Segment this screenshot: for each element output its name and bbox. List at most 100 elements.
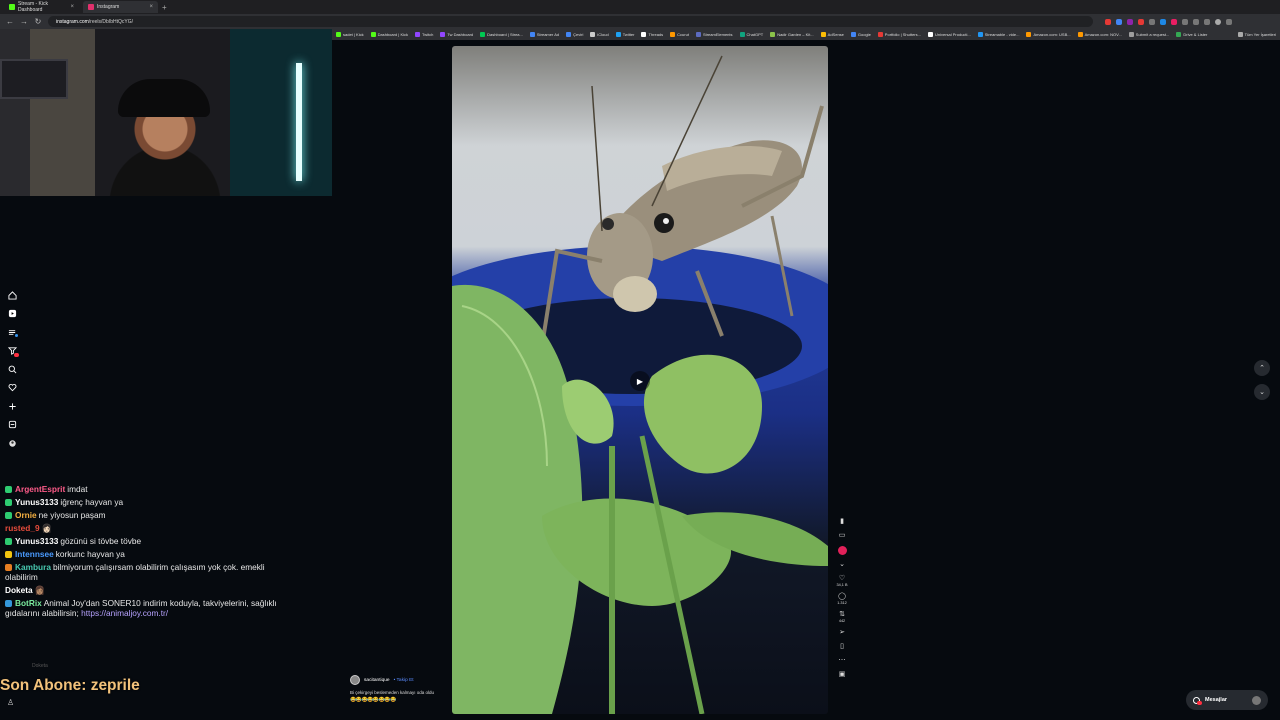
tab-instagram[interactable]: Instagram × [83, 1, 158, 13]
bookmark-item[interactable]: Amazon.com: NOV... [1077, 32, 1122, 37]
menu-icon[interactable] [1226, 18, 1232, 25]
more-reels-button[interactable]: ⌄ [839, 561, 845, 569]
bookmark-favicon-icon [770, 32, 776, 37]
extension-icon[interactable] [1127, 18, 1133, 25]
messages-icon[interactable] [5, 418, 19, 432]
bookmark-favicon-icon [670, 32, 676, 37]
webcam-streamer-cap [118, 79, 210, 117]
repost-button[interactable]: ⇅ 442 [839, 611, 845, 623]
all-bookmarks-label: Tüm Yer İşaretleri [1244, 32, 1276, 37]
more-options-button[interactable]: ⋯ [839, 657, 846, 665]
notifications-icon[interactable] [5, 344, 19, 358]
bookmark-favicon-icon [641, 32, 647, 37]
extension-icon[interactable] [1160, 18, 1166, 25]
share-button[interactable]: ➢ [839, 629, 845, 637]
bookmark-item[interactable]: StreamElements [695, 32, 733, 37]
faded-chat-line: Doketa [32, 663, 48, 669]
extension-icon[interactable] [1193, 18, 1199, 25]
previous-reel-button[interactable]: ⌃ [1254, 360, 1270, 376]
chat-username[interactable]: Kambura [15, 562, 51, 572]
bookmark-item[interactable]: Universal Producti... [927, 32, 971, 37]
author-avatar[interactable] [350, 675, 360, 685]
bookmark-item[interactable]: Nadir Garden – Kit... [770, 32, 814, 37]
play-icon[interactable]: ▶ [630, 371, 650, 391]
bookmark-favicon-icon [440, 32, 446, 37]
chat-username[interactable]: Intennsee [15, 549, 54, 559]
extension-icon[interactable] [1149, 18, 1155, 25]
extension-icon[interactable] [1171, 18, 1177, 25]
profile-icon[interactable] [5, 436, 19, 450]
close-tab-icon[interactable]: × [149, 4, 153, 10]
live-button[interactable] [837, 546, 847, 555]
bookmark-item[interactable]: Twitch [415, 32, 433, 37]
bookmark-item[interactable]: Portfolio | Shutters... [877, 32, 921, 37]
chat-link[interactable]: https://animaljoy.com.tr/ [81, 608, 168, 618]
extension-icon[interactable] [1116, 18, 1122, 25]
messages-button[interactable]: Mesajlar [1186, 690, 1268, 710]
all-bookmarks[interactable]: Tüm Yer İşaretleri [1237, 32, 1276, 37]
forward-icon[interactable]: → [20, 17, 28, 26]
chat-username[interactable]: rusted_9 [5, 523, 40, 533]
extension-icon[interactable] [1204, 18, 1210, 25]
audio-button[interactable]: ▮ [840, 518, 844, 526]
like-button[interactable]: ♡ 34,1 B [837, 575, 848, 587]
explore-icon[interactable] [5, 325, 19, 339]
bookmark-label: Google [857, 32, 871, 37]
follow-button[interactable]: • Takip Et [394, 678, 414, 683]
reel-video[interactable]: ▶ [452, 46, 828, 714]
bookmark-item[interactable]: Streamer Ad [529, 32, 559, 37]
bookmark-item[interactable]: sadet | Kick [336, 32, 364, 37]
bookmark-item[interactable]: Threads [641, 32, 663, 37]
chat-username[interactable]: Doketa [5, 585, 33, 595]
comment-count: 1.312 [837, 601, 847, 605]
back-icon[interactable]: ← [6, 17, 14, 26]
profile-avatar-icon[interactable] [1215, 18, 1221, 25]
bookmark-item[interactable]: Drive & Lister [1176, 32, 1207, 37]
extension-icon[interactable] [1182, 18, 1188, 25]
chat-username[interactable]: Yunus3133 [15, 536, 58, 546]
reload-icon[interactable]: ↻ [34, 17, 42, 26]
bookmark-item[interactable]: Twitter [615, 32, 634, 37]
extension-icon[interactable] [1105, 18, 1111, 25]
bookmark-label: Amazon.com: NOV... [1084, 32, 1122, 37]
chat-text: gözünü si tövbe tövbe [60, 535, 142, 546]
reel-caption: Bi çekirgeyi beslemeden kalmayı oda oldu [350, 690, 435, 695]
bookmark-item[interactable]: Dashboard | Strea... [480, 32, 523, 37]
home-icon[interactable] [5, 288, 19, 302]
bookmark-item[interactable]: iCloud [590, 32, 609, 37]
bookmark-item[interactable]: Google [850, 32, 871, 37]
bookmark-item[interactable]: Submit a request... [1128, 32, 1169, 37]
chat-username[interactable]: Yunus3133 [15, 497, 58, 507]
bookmark-item[interactable]: Dashboard | Kick [370, 32, 408, 37]
bookmark-item[interactable]: Amazon.com: USB... [1026, 32, 1071, 37]
save-button[interactable]: ▯ [840, 643, 844, 651]
audio-thumbnail[interactable]: ▣ [839, 671, 846, 679]
remix-button[interactable]: ▭ [839, 532, 846, 540]
chat-username[interactable]: Ornie [15, 510, 37, 520]
next-reel-button[interactable]: ⌄ [1254, 384, 1270, 400]
new-tab-icon[interactable]: + [162, 3, 167, 12]
extension-icon[interactable] [1138, 18, 1144, 25]
chat-username[interactable]: BotRix [15, 598, 42, 608]
user-icon[interactable]: ♙ [7, 698, 14, 707]
bookmark-item[interactable]: Ccurut [670, 32, 689, 37]
create-icon[interactable] [5, 399, 19, 413]
comment-button[interactable]: ◯ 1.312 [837, 593, 847, 605]
chevron-down-icon: ⌄ [839, 561, 845, 568]
author-name[interactable]: sacitantique [364, 678, 390, 683]
bookmark-item[interactable]: Streamable - vide... [977, 32, 1019, 37]
bookmark-item[interactable]: Çeviri [566, 32, 583, 37]
tab-kick-dashboard[interactable]: Stream - Kick Dashboard × [4, 1, 79, 13]
heart-icon[interactable] [5, 381, 19, 395]
search-icon[interactable] [5, 362, 19, 376]
bookmark-item[interactable]: Tw Dashboard [440, 32, 473, 37]
bookmark-favicon-icon [370, 32, 376, 37]
reels-icon[interactable] [5, 307, 19, 321]
streamer-webcam [0, 29, 332, 196]
url-field[interactable]: instagram.com /reels/DbIbHtQcYG/ [48, 16, 1093, 27]
bookmark-label: StreamElements [702, 32, 733, 37]
bookmark-item[interactable]: ChatGPT [739, 32, 763, 37]
chat-username[interactable]: ArgentEsprit [15, 484, 65, 494]
bookmark-item[interactable]: AdSense [820, 32, 844, 37]
close-tab-icon[interactable]: × [70, 4, 74, 10]
